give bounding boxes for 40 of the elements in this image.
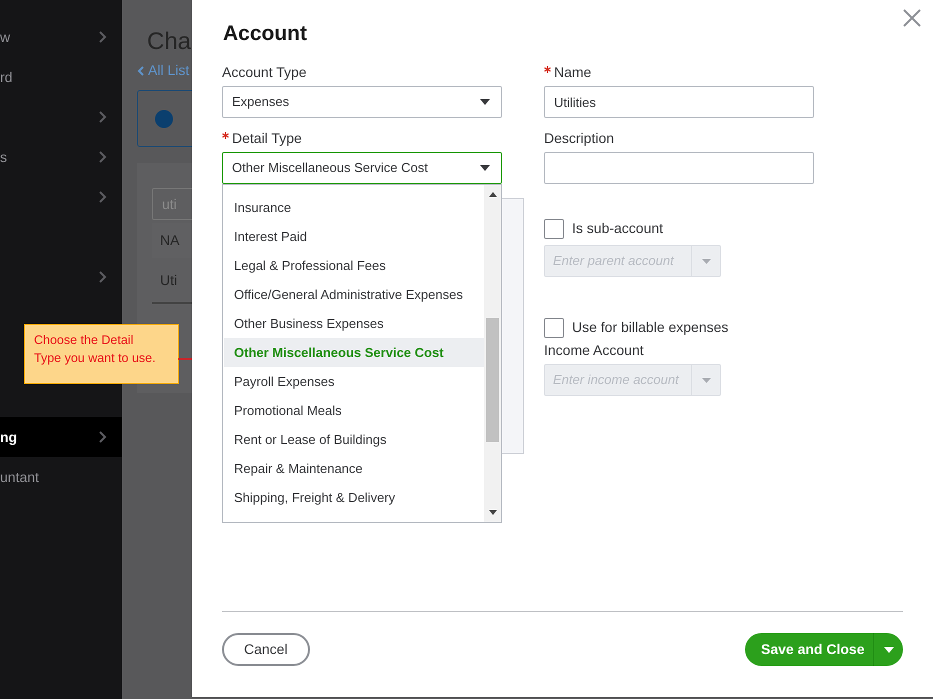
- list-option[interactable]: Payroll Expenses: [224, 367, 484, 396]
- caret-icon: [480, 99, 490, 105]
- caret-icon[interactable]: [884, 646, 894, 652]
- list-option[interactable]: Promotional Meals: [224, 396, 484, 425]
- list-option[interactable]: Interest Paid: [224, 222, 484, 251]
- checkbox-label[interactable]: Use for billable expenses: [572, 317, 728, 338]
- list-option[interactable]: Insurance: [224, 193, 484, 222]
- field-label: Account Type: [222, 63, 307, 82]
- cancel-button[interactable]: Cancel: [222, 633, 310, 666]
- detail-type-select[interactable]: Other Miscellaneous Service Cost: [222, 152, 502, 184]
- chevron-icon: [99, 431, 107, 443]
- chevron-icon: [99, 31, 107, 43]
- scroll-down-icon[interactable]: [488, 510, 496, 516]
- name-field[interactable]: Utilities: [544, 86, 814, 118]
- checkbox[interactable]: [544, 318, 564, 338]
- scroll-up-icon[interactable]: [488, 191, 496, 197]
- chevron-icon: [99, 271, 107, 283]
- close-icon[interactable]: [903, 9, 921, 27]
- sidebar-item[interactable]: ng: [0, 417, 122, 457]
- info-icon: [155, 110, 173, 128]
- list-option[interactable]: Other Miscellaneous Service Cost: [224, 338, 484, 367]
- field-label: Detail Type: [232, 129, 302, 148]
- field-label: Name: [554, 63, 592, 82]
- caret-icon: [702, 378, 710, 382]
- description-field[interactable]: [544, 152, 814, 184]
- caret-icon: [480, 165, 490, 171]
- callout-note: Choose the Detail Type you want to use.: [24, 324, 179, 384]
- list-option[interactable]: Other Business Expenses: [224, 309, 484, 338]
- chevron-left-icon: [137, 66, 144, 76]
- account-type-select[interactable]: Expenses: [222, 86, 502, 118]
- field-label: Income Account: [544, 341, 644, 360]
- chevron-icon: [99, 191, 107, 203]
- scrollbar[interactable]: [484, 185, 501, 522]
- chevron-icon: [99, 151, 107, 163]
- chevron-icon: [99, 111, 107, 123]
- field-label: Description: [544, 129, 614, 148]
- list-option[interactable]: Repair & Maintenance: [224, 454, 484, 483]
- list-option[interactable]: Rent or Lease of Buildings: [224, 425, 484, 454]
- list-option[interactable]: Shipping, Freight & Delivery: [224, 483, 484, 512]
- dialog-title: Account: [222, 21, 308, 47]
